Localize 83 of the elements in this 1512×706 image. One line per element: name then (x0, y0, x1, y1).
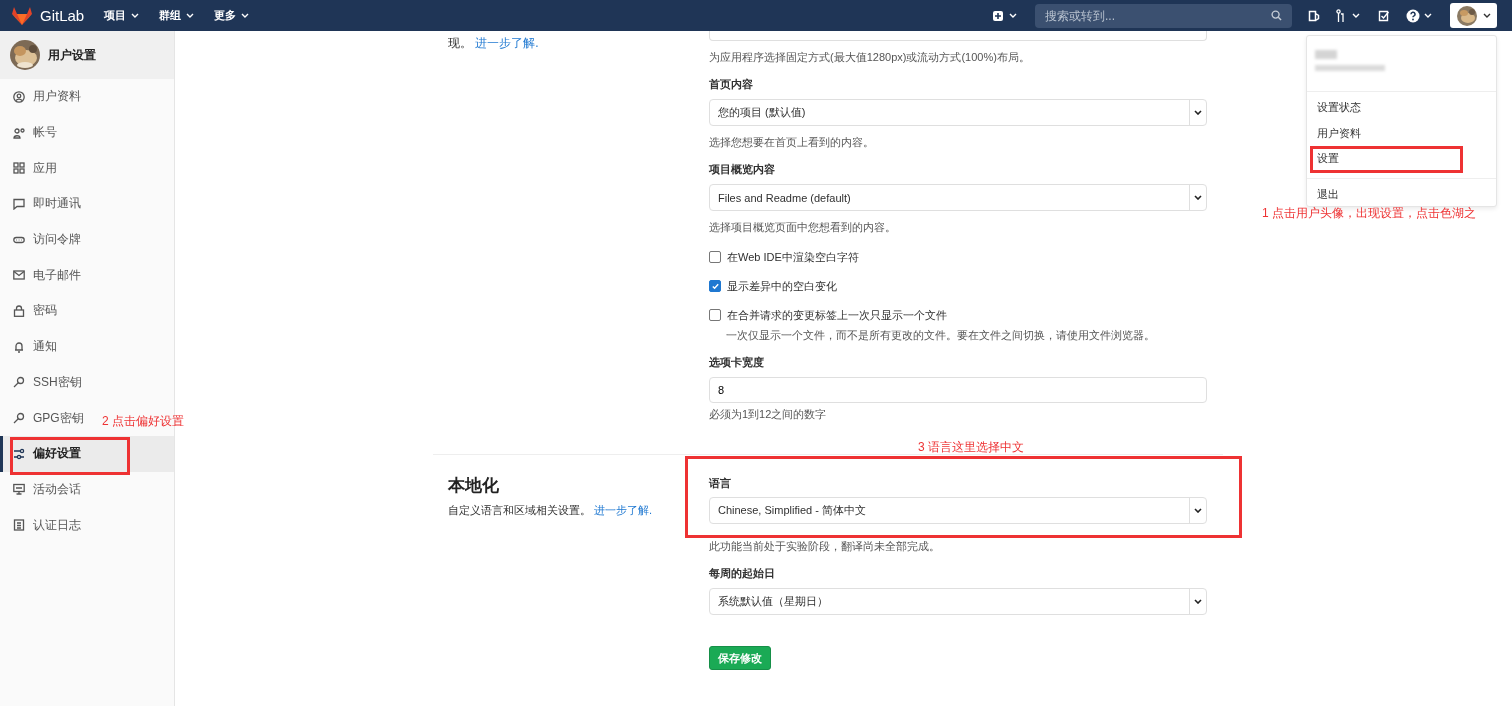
user-avatar-button[interactable] (1450, 3, 1497, 28)
nav-menu[interactable]: 更多 (214, 8, 250, 23)
field-label: 每周的起始日 (709, 566, 776, 581)
chevron-down-icon (241, 13, 250, 18)
select-field[interactable]: 您的项目 (默认值) (709, 99, 1207, 126)
todo-icon[interactable] (1378, 9, 1390, 22)
user-circle-icon (13, 90, 25, 103)
help-text: 此功能当前处于实验阶段，翻译尚未全部完成。 (709, 539, 941, 554)
checkbox-label: 在合并请求的变更标签上一次只显示一个文件 (727, 308, 947, 323)
merge-request-icon[interactable] (1336, 8, 1362, 23)
monitor-icon (13, 483, 25, 496)
checkbox[interactable] (709, 309, 721, 321)
checkbox-label: 在Web IDE中渲染空白字符 (727, 250, 859, 265)
sidebar-item[interactable]: 应用 (0, 150, 63, 187)
log-icon (13, 519, 25, 532)
select-field[interactable]: 系统默认值（星期日） (709, 588, 1207, 615)
learn-more-link[interactable]: 进一步了解. (475, 36, 539, 50)
annotation-text: 2 点击偏好设置 (102, 413, 184, 430)
grid-icon (13, 162, 25, 175)
field-label: 选项卡宽度 (709, 355, 765, 370)
field-label: 语言 (709, 476, 732, 491)
sidebar-item[interactable]: 访问令牌 (0, 221, 87, 258)
account-icon (13, 126, 25, 139)
select-field[interactable]: Chinese, Simplified - 简体中文 (709, 497, 1207, 524)
learn-more-link[interactable]: 进一步了解. (594, 504, 653, 516)
plus-icon[interactable] (993, 10, 1017, 21)
sidebar-header[interactable]: 用户设置 (0, 31, 174, 79)
sidebar-item[interactable]: 认证日志 (0, 507, 87, 543)
key-icon (13, 376, 25, 389)
dropdown-item[interactable]: 用户资料 (1307, 120, 1496, 146)
chevron-down-icon (1482, 13, 1491, 18)
help-text: 选择您想要在首页上看到的内容。 (709, 135, 875, 150)
nav-menu[interactable]: 群组 (159, 8, 195, 23)
search-field[interactable]: 搜索或转到... (1035, 3, 1292, 28)
bell-icon (13, 340, 25, 353)
sidebar-item[interactable]: 偏好设置 (0, 435, 174, 472)
sidebar-item[interactable]: 电子邮件 (0, 257, 87, 294)
lock-icon (13, 304, 25, 317)
annotation-text: 3 语言这里选择中文 (918, 439, 1024, 456)
nav-menu[interactable]: 项目 (104, 8, 140, 23)
number-input[interactable]: 8 (709, 377, 1207, 403)
help-text: 必须为1到12之间的数字 (709, 407, 828, 422)
sidebar-item[interactable]: 用户资料 (0, 79, 87, 115)
select-field[interactable]: Files and Readme (default) (709, 184, 1207, 211)
key-icon (13, 412, 25, 425)
sliders-icon (13, 447, 25, 460)
sidebar-item[interactable]: 通知 (0, 328, 63, 365)
intro-text: 现。 进一步了解. (448, 35, 540, 51)
fox-logo-icon[interactable] (12, 6, 32, 25)
sidebar-item[interactable]: SSH密钥 (0, 364, 88, 401)
chevron-down-icon (1194, 195, 1202, 200)
sidebar-item[interactable]: GPG密钥 (0, 400, 90, 436)
sidebar-item[interactable]: 帐号 (0, 114, 63, 151)
chevron-down-icon (1194, 599, 1202, 604)
dropdown-item[interactable]: 设置 (1307, 146, 1496, 172)
dropdown-item[interactable]: 设置状态 (1307, 95, 1496, 121)
field-label: 首页内容 (709, 77, 754, 92)
mail-icon (13, 269, 25, 282)
brand-name[interactable]: GitLab (40, 7, 85, 24)
chevron-down-icon (131, 13, 140, 18)
section-description: 自定义语言和区域相关设置。 进一步了解. (448, 503, 654, 518)
search-icon (1271, 10, 1282, 21)
field-label: 项目概览内容 (709, 162, 776, 177)
checkbox[interactable] (709, 280, 721, 292)
checkbox-label: 显示差异中的空白变化 (727, 279, 837, 294)
section-title: 本地化 (448, 476, 500, 496)
sidebar-item[interactable]: 即时通讯 (0, 186, 87, 222)
help-text: 选择项目概览页面中您想看到的内容。 (709, 220, 897, 235)
sidebar-title: 用户设置 (48, 46, 96, 64)
sidebar-item[interactable]: 活动会话 (0, 471, 87, 508)
help-icon[interactable] (1406, 8, 1434, 23)
chat-icon (13, 197, 25, 210)
sidebar-toggle-icon[interactable] (1308, 9, 1320, 22)
checkbox[interactable] (709, 251, 721, 263)
dropdown-item[interactable]: 退出 (1307, 181, 1496, 207)
chevron-down-icon (1194, 508, 1202, 513)
chevron-down-icon (186, 13, 195, 18)
annotation-text: 1 点击用户头像，出现设置，点击色湖之 (1262, 205, 1476, 222)
select-field[interactable] (709, 31, 1207, 41)
sidebar-item[interactable]: 密码 (0, 293, 63, 329)
chevron-down-icon (1194, 110, 1202, 115)
help-text: 一次仅显示一个文件，而不是所有更改的文件。要在文件之间切换，请使用文件浏览器。 (726, 328, 1156, 343)
help-text: 为应用程序选择固定方式(最大值1280px)或流动方式(100%)布局。 (709, 50, 1031, 65)
